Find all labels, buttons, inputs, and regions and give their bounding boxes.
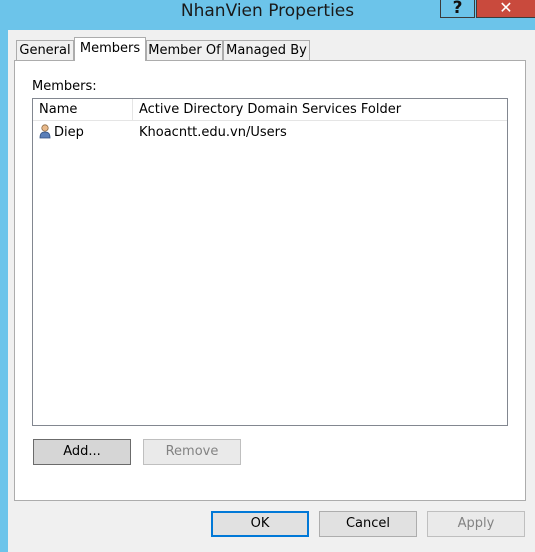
member-name-cell: Diep [39,123,84,143]
add-button[interactable]: Add... [33,439,131,465]
title-bar: NhanVien Properties ? ✕ [0,0,535,24]
tab-members[interactable]: Members [74,37,146,61]
ok-button[interactable]: OK [211,511,309,537]
member-folder: Khoacntt.edu.vn/Users [139,125,287,140]
list-header: Name Active Directory Domain Services Fo… [33,99,507,121]
close-button[interactable]: ✕ [476,0,535,18]
tab-general[interactable]: General [16,40,74,60]
cancel-button[interactable]: Cancel [319,511,417,537]
apply-button[interactable]: Apply [427,511,525,537]
tab-member-of[interactable]: Member Of [146,40,223,60]
help-button[interactable]: ? [440,0,475,18]
remove-button[interactable]: Remove [143,439,241,465]
members-list[interactable]: Name Active Directory Domain Services Fo… [32,98,508,426]
dialog-client-area: General Members Member Of Managed By Mem… [8,30,535,552]
user-icon [39,123,51,139]
tab-managed-by[interactable]: Managed By [223,40,310,60]
member-name: Diep [54,125,84,140]
members-tab-panel: Members: Name Active Directory Domain Se… [14,60,526,501]
list-item[interactable]: Diep Khoacntt.edu.vn/Users [33,123,507,143]
column-header-folder[interactable]: Active Directory Domain Services Folder [133,99,507,120]
column-header-name[interactable]: Name [33,99,133,120]
properties-window: NhanVien Properties ? ✕ General Members … [0,0,535,552]
members-label: Members: [32,79,97,94]
